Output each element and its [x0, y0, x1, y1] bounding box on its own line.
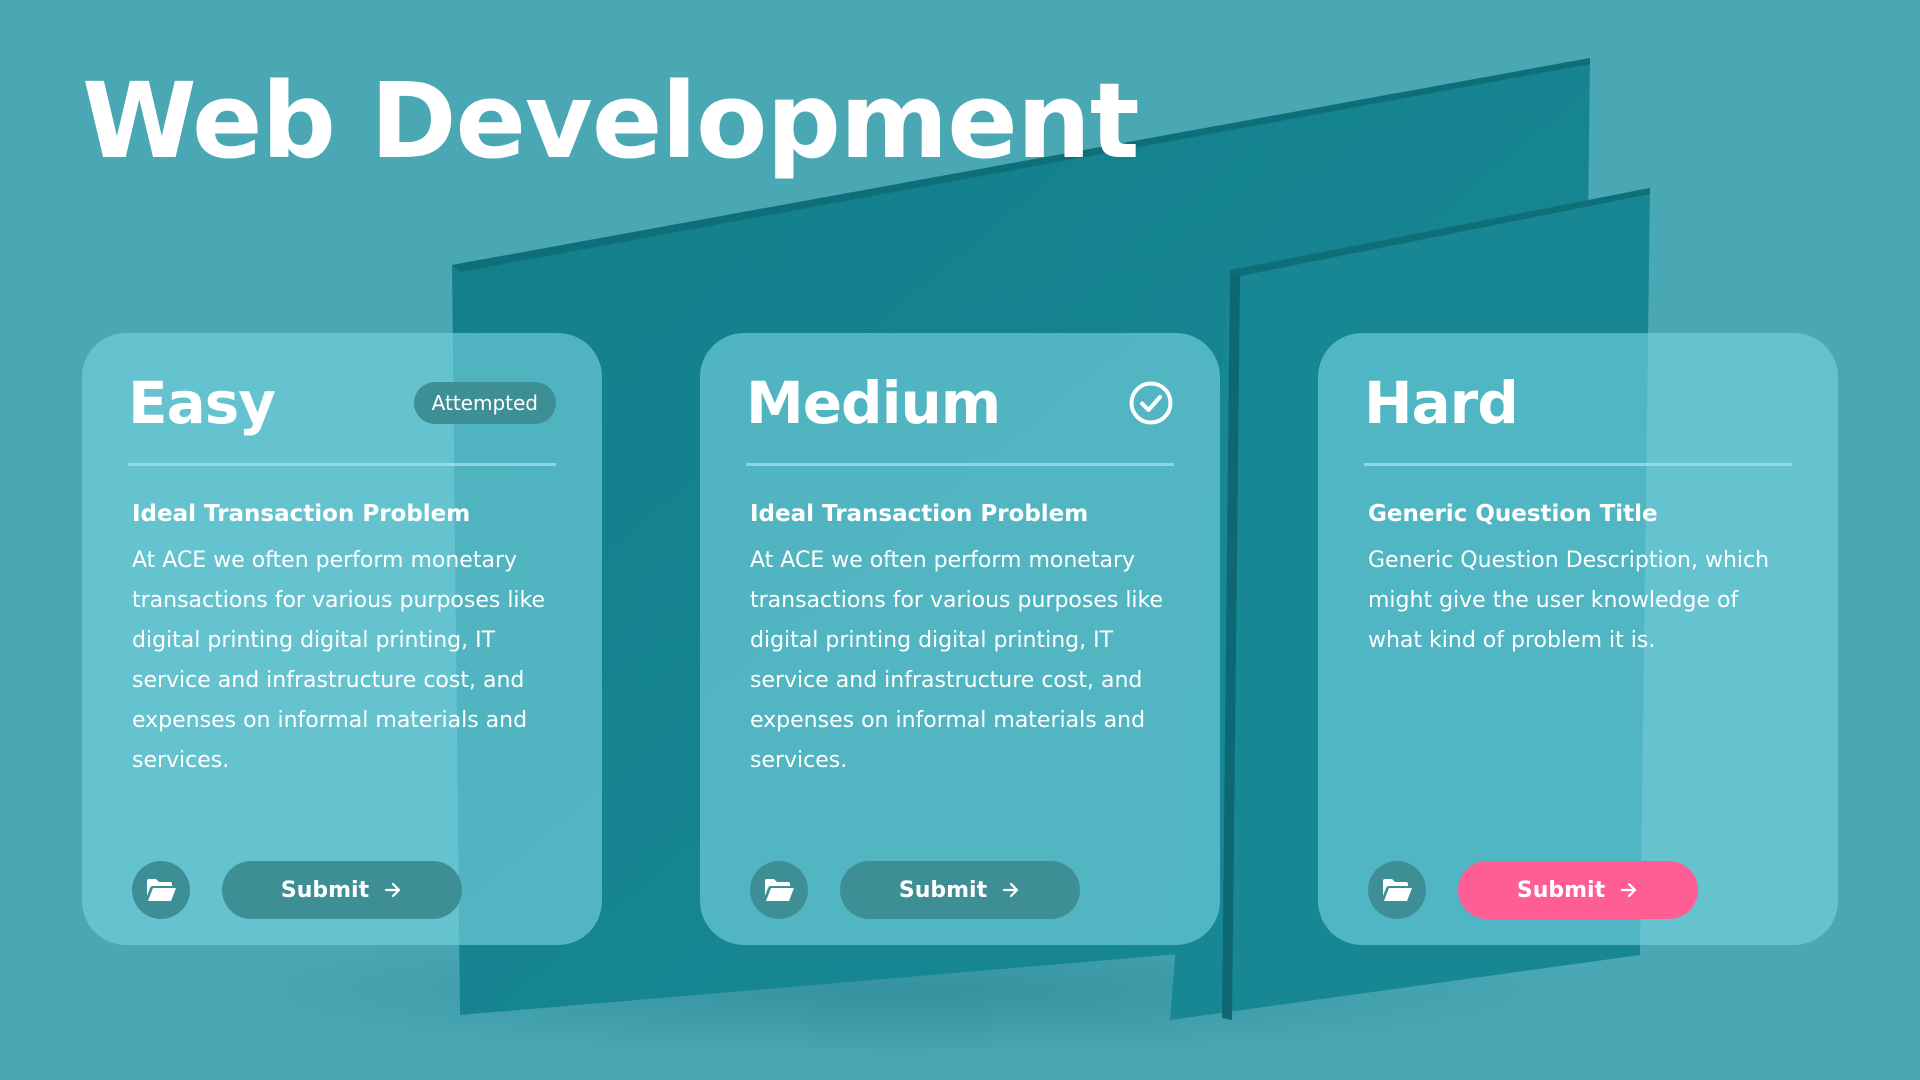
folder-open-icon — [147, 879, 176, 901]
card-header: Hard — [1364, 363, 1792, 443]
question-description: At ACE we often perform monetary transac… — [132, 548, 546, 773]
submit-button[interactable]: Submit — [840, 861, 1080, 919]
question-title: Generic Question Title — [1368, 501, 1658, 527]
difficulty-title: Medium — [746, 369, 1001, 437]
question-title: Ideal Transaction Problem — [132, 501, 471, 527]
submit-button[interactable]: Submit — [222, 861, 462, 919]
card-footer: Submit — [750, 861, 1080, 919]
difficulty-title: Hard — [1364, 369, 1519, 437]
page-title: Web Development — [82, 60, 1140, 182]
folder-button[interactable] — [1368, 861, 1426, 919]
question-card-hard: Hard Generic Question Title Generic Ques… — [1318, 333, 1838, 945]
divider — [746, 463, 1174, 466]
submit-label: Submit — [280, 877, 370, 903]
arrow-right-icon — [1003, 882, 1019, 898]
card-header: Easy Attempted — [128, 363, 556, 443]
divider — [128, 463, 556, 466]
status-badge: Attempted — [413, 382, 556, 424]
submit-button[interactable]: Submit — [1458, 861, 1698, 919]
difficulty-title: Easy — [128, 369, 276, 437]
question-card-easy: Easy Attempted Ideal Transaction Problem… — [82, 333, 602, 945]
card-footer: Submit — [132, 861, 462, 919]
check-circle-icon — [1129, 381, 1173, 425]
divider — [1364, 463, 1792, 466]
card-header: Medium — [746, 363, 1174, 443]
question-description: Generic Question Description, which migh… — [1368, 548, 1770, 653]
arrow-right-icon — [385, 882, 401, 898]
submit-label: Submit — [1516, 877, 1606, 903]
card-footer: Submit — [1368, 861, 1698, 919]
question-title: Ideal Transaction Problem — [750, 501, 1089, 527]
arrow-right-icon — [1621, 882, 1637, 898]
folder-open-icon — [765, 879, 794, 901]
folder-button[interactable] — [132, 861, 190, 919]
question-description: At ACE we often perform monetary transac… — [750, 548, 1164, 773]
question-card-medium: Medium Ideal Transaction Problem At ACE … — [700, 333, 1220, 945]
submit-label: Submit — [898, 877, 988, 903]
folder-open-icon — [1383, 879, 1412, 901]
folder-button[interactable] — [750, 861, 808, 919]
